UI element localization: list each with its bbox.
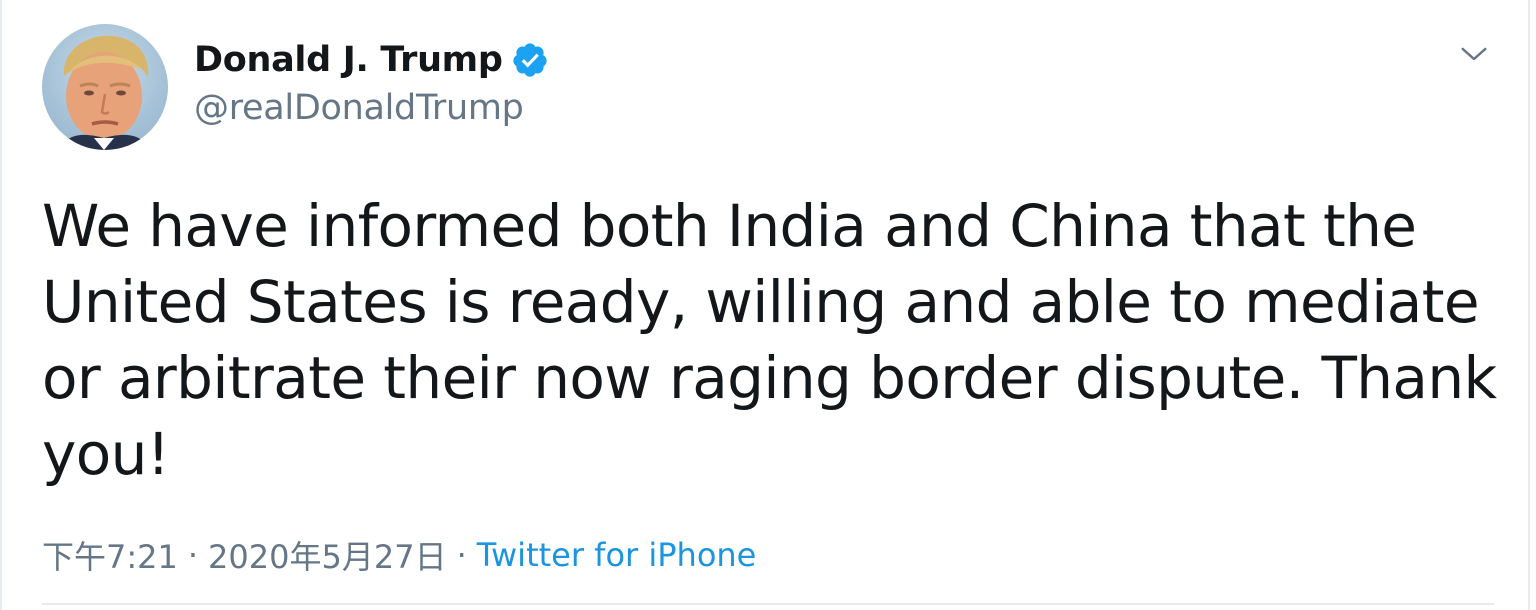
verified-badge-icon bbox=[511, 41, 549, 79]
tweet-menu-button[interactable] bbox=[1454, 36, 1494, 72]
tweet-metadata: 下午7:21 · 2020年5月27日 · Twitter for iPhone bbox=[42, 532, 756, 578]
author-handle[interactable]: @realDonaldTrump bbox=[194, 88, 524, 128]
profile-photo-icon bbox=[60, 35, 150, 150]
tweet-source-link[interactable]: Twitter for iPhone bbox=[477, 536, 757, 574]
avatar[interactable] bbox=[42, 24, 168, 150]
tweet-card: Donald J. Trump @realDonaldTrump We have… bbox=[0, 0, 1530, 610]
meta-separator: · bbox=[456, 536, 467, 574]
divider bbox=[42, 603, 1494, 605]
tweet-date[interactable]: 2020年5月27日 bbox=[208, 532, 447, 578]
meta-separator: · bbox=[187, 536, 199, 574]
display-name[interactable]: Donald J. Trump bbox=[194, 40, 503, 80]
chevron-down-icon bbox=[1461, 47, 1487, 61]
author-name-row[interactable]: Donald J. Trump bbox=[194, 38, 549, 82]
tweet-time[interactable]: 下午7:21 bbox=[42, 532, 178, 578]
tweet-text: We have informed both India and China th… bbox=[42, 192, 1497, 488]
